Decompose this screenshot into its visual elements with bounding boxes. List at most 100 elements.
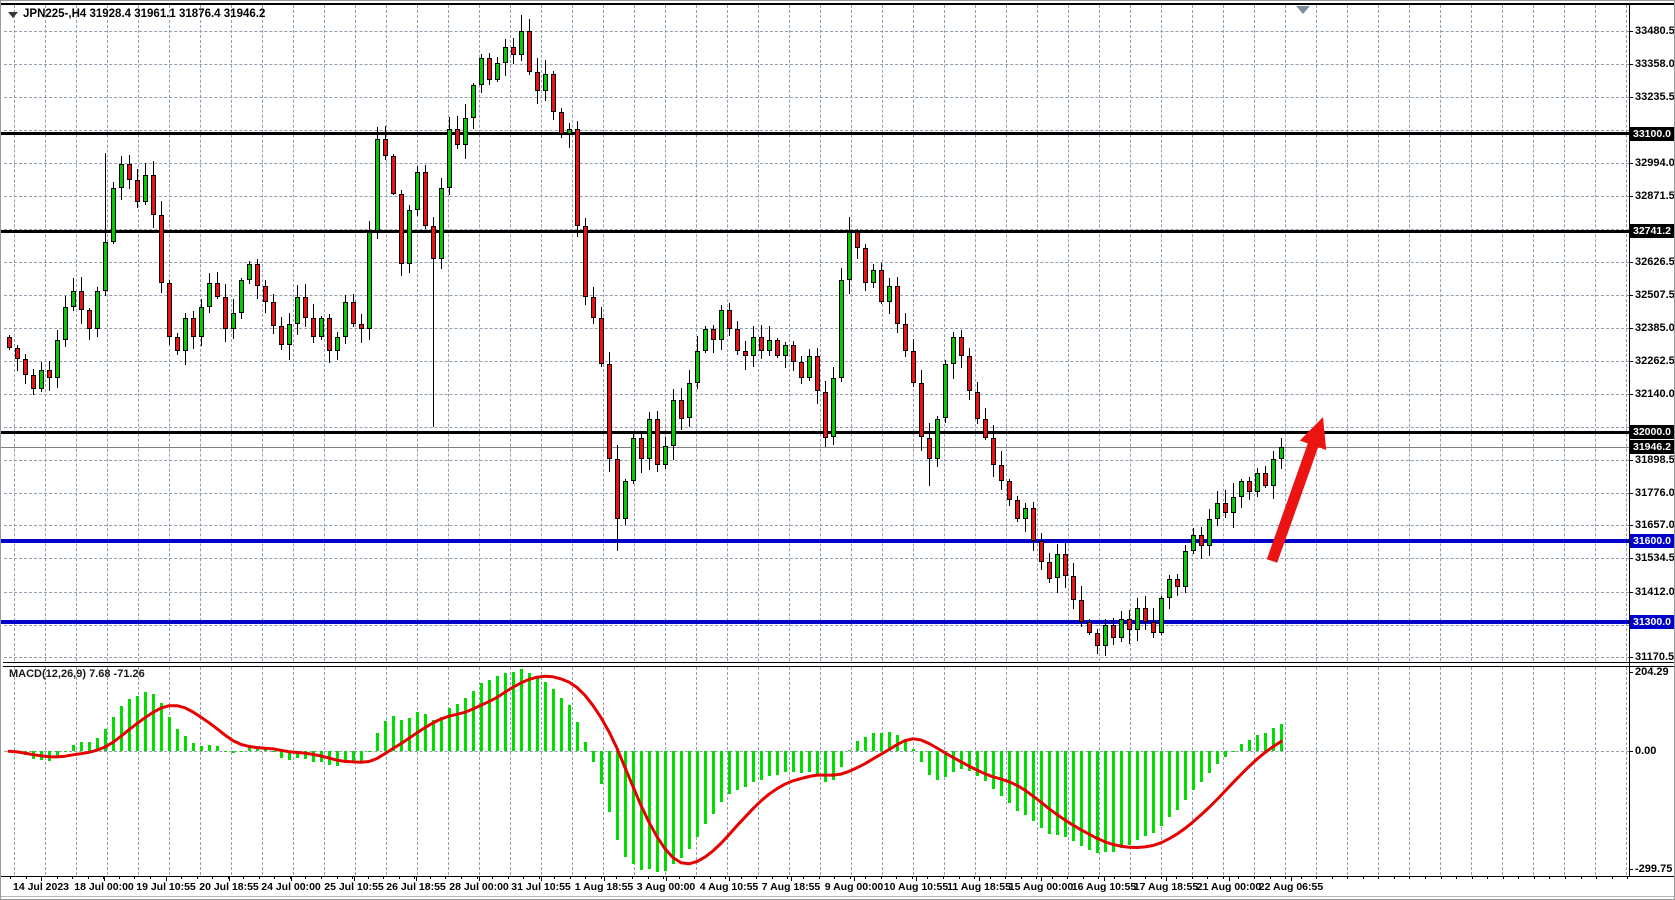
vertical-gridline (262, 667, 263, 875)
time-axis-label: 22 Aug 06:55 (1259, 881, 1323, 893)
vertical-gridline (1099, 5, 1100, 661)
macd-histogram-bar (752, 751, 755, 782)
symbol-dropdown-icon[interactable] (8, 12, 18, 18)
vertical-gridline (1595, 667, 1596, 875)
time-axis-minor-tick (1301, 876, 1302, 879)
time-axis-minor-tick (539, 876, 540, 879)
candle (511, 47, 516, 55)
macd-histogram-bar (80, 742, 83, 752)
candle (727, 310, 732, 329)
support-resistance-line[interactable] (1, 620, 1629, 624)
candle (863, 248, 868, 283)
time-axis-minor-tick (1098, 876, 1099, 879)
time-axis-minor-tick (1207, 876, 1208, 879)
vertical-gridline (1316, 5, 1317, 661)
vertical-gridline (1595, 5, 1596, 661)
macd-histogram-bar (1168, 751, 1171, 817)
candle (503, 47, 508, 63)
candle (143, 175, 148, 202)
macd-histogram-bar (888, 732, 891, 752)
candle (391, 156, 396, 194)
macd-histogram-bar (488, 680, 491, 752)
macd-histogram-bar (1232, 751, 1235, 752)
vertical-gridline (634, 5, 635, 661)
time-axis-minor-tick (274, 876, 275, 879)
vertical-gridline (1378, 5, 1379, 661)
macd-histogram-bar (1256, 735, 1259, 751)
candle (1263, 473, 1268, 487)
time-axis-minor-tick (756, 876, 757, 879)
time-axis-minor-tick (1332, 876, 1333, 879)
price-axis-label: 33480.5 (1635, 26, 1675, 37)
vertical-gridline (1037, 5, 1038, 661)
time-axis-label: 26 Jul 18:55 (386, 881, 446, 893)
time-axis-minor-tick (1612, 876, 1613, 879)
support-resistance-line[interactable] (1, 539, 1629, 543)
time-axis-minor-tick (865, 876, 866, 879)
time-axis-minor-tick (337, 876, 338, 879)
time-axis-minor-tick (601, 876, 602, 879)
candle (127, 164, 132, 180)
horizontal-gridline (4, 196, 1629, 197)
macd-histogram-bar (408, 718, 411, 752)
vertical-gridline (1502, 5, 1503, 661)
time-axis-minor-tick (26, 876, 27, 879)
vertical-gridline (1130, 5, 1131, 661)
time-axis-minor-tick (1254, 876, 1255, 879)
overlay-svg (1, 1, 1675, 900)
candle (535, 72, 540, 91)
candle (711, 329, 716, 340)
vertical-gridline (1533, 5, 1534, 661)
vertical-gridline (76, 5, 77, 661)
vertical-gridline (1471, 667, 1472, 875)
vertical-gridline (758, 5, 759, 661)
candle (311, 318, 316, 337)
support-resistance-line[interactable] (1, 431, 1629, 434)
candle (231, 313, 236, 329)
support-resistance-line[interactable] (1, 230, 1629, 233)
candle (495, 63, 500, 79)
price-level-badge: 31300.0 (1630, 615, 1675, 629)
price-axis-label: 33235.5 (1635, 92, 1675, 103)
vertical-gridline (1378, 667, 1379, 875)
macd-histogram-bar (304, 751, 307, 759)
candle (1247, 481, 1252, 492)
candle (775, 340, 780, 356)
macd-histogram-bar (1248, 740, 1251, 751)
time-axis-minor-tick (585, 876, 586, 879)
support-resistance-line[interactable] (1, 132, 1629, 135)
macd-histogram-bar (352, 751, 355, 762)
time-axis-minor-tick (1487, 876, 1488, 879)
time-axis-minor-tick (881, 876, 882, 879)
horizontal-gridline (4, 163, 1629, 164)
chart-shift-marker-icon[interactable] (1296, 6, 1310, 14)
macd-histogram-bar (632, 751, 635, 863)
macd-histogram-bar (608, 751, 611, 812)
vertical-gridline (1502, 667, 1503, 875)
macd-histogram-bar (96, 738, 99, 752)
macd-histogram-bar (832, 751, 835, 780)
macd-histogram-bar (264, 748, 267, 751)
candle (415, 172, 420, 210)
horizontal-gridline (4, 328, 1629, 329)
candle (527, 31, 532, 72)
time-axis-minor-tick (352, 876, 353, 879)
candle (407, 210, 412, 264)
macd-histogram-bar (368, 751, 371, 752)
time-axis-minor-tick (1223, 876, 1224, 879)
time-axis-minor-tick (1581, 876, 1582, 879)
vertical-gridline (1626, 667, 1627, 875)
macd-histogram-bar (656, 751, 659, 872)
macd-histogram-bar (808, 751, 811, 772)
macd-histogram-bar (1160, 751, 1163, 826)
time-axis-minor-tick (1005, 876, 1006, 879)
time-axis-minor-tick (134, 876, 135, 879)
time-axis-label: 21 Aug 00:00 (1197, 881, 1261, 893)
macd-axis-label: 204.29 (1635, 667, 1669, 678)
candle (807, 356, 812, 378)
macd-histogram-bar (816, 751, 819, 774)
horizontal-gridline (4, 558, 1629, 559)
price-level-badge: 32741.2 (1630, 224, 1675, 238)
macd-histogram-bar (872, 733, 875, 752)
price-axis-label: 32871.5 (1635, 191, 1675, 202)
